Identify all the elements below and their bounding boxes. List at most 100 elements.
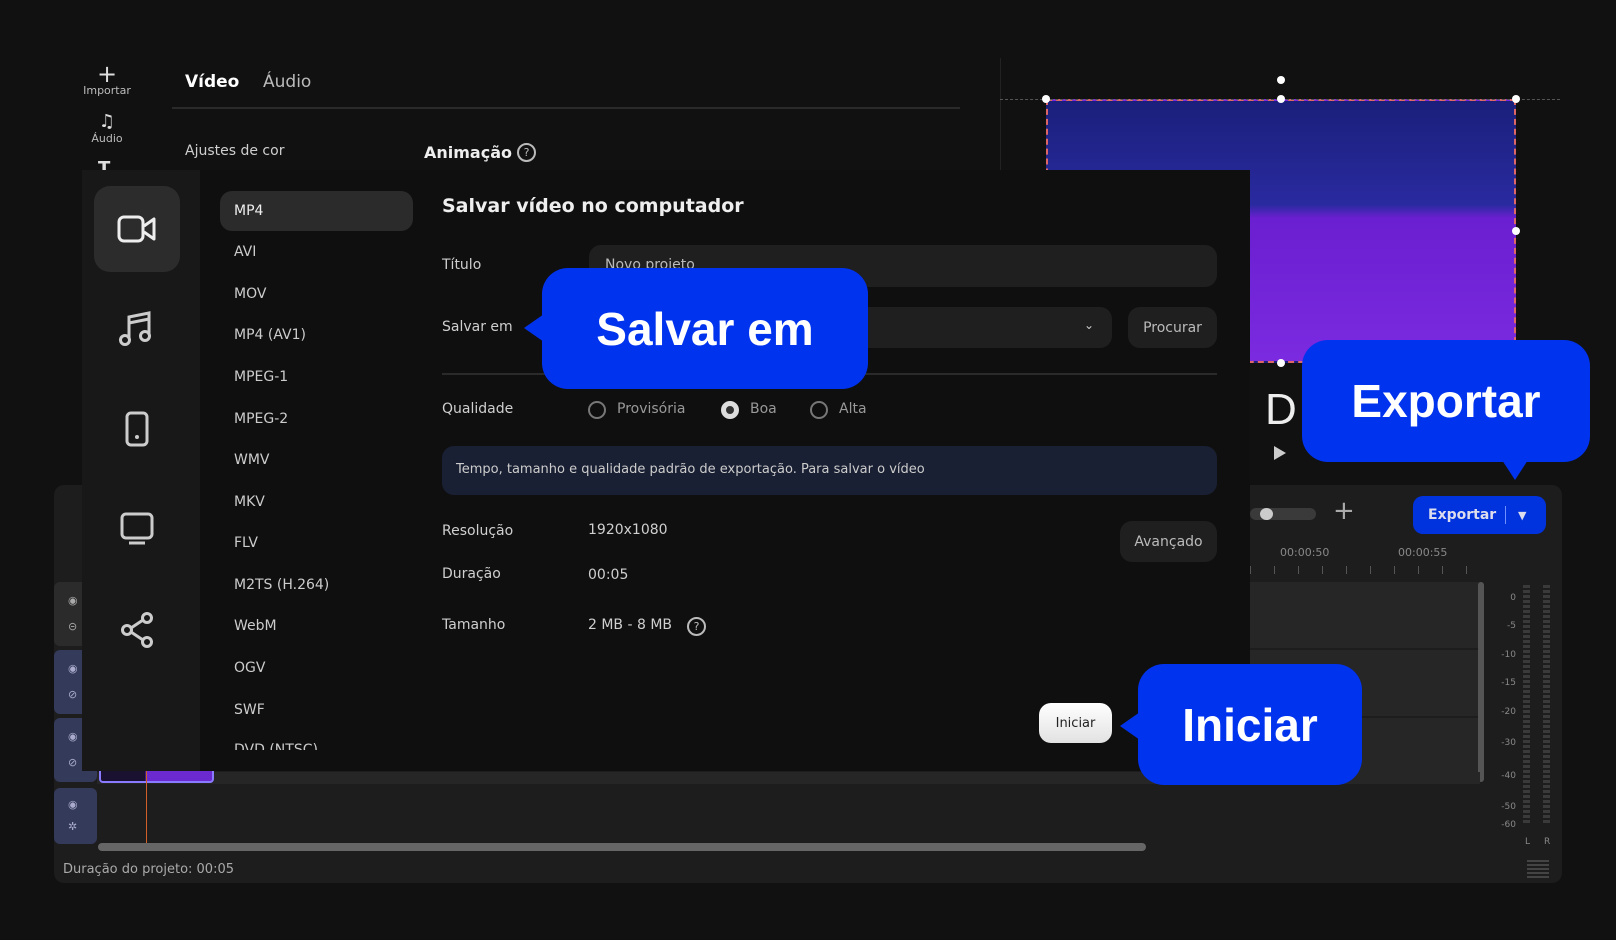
format-mp4[interactable]: MP4 — [220, 191, 413, 231]
resize-handle[interactable] — [1042, 95, 1050, 103]
color-adjust-label[interactable]: Ajustes de cor — [185, 143, 284, 159]
audio-label: Áudio — [91, 132, 123, 145]
start-button[interactable]: Iniciar — [1039, 703, 1112, 743]
tabs-divider — [172, 107, 960, 109]
quality-option-label[interactable]: Alta — [839, 401, 867, 417]
audio-button[interactable]: ♫ Áudio — [77, 112, 137, 146]
export-button[interactable]: Exportar ▼ — [1413, 496, 1546, 534]
quality-option-label[interactable]: Boa — [750, 401, 777, 417]
link-icon[interactable]: ⊝ — [68, 620, 77, 633]
info-text: Tempo, tamanho e qualidade padrão de exp… — [456, 462, 925, 477]
time-ruler — [1250, 566, 1472, 574]
eye-icon[interactable]: ◉ — [68, 730, 78, 743]
zoom-slider[interactable] — [1250, 508, 1316, 520]
time-mark: 00:00:50 — [1280, 546, 1330, 559]
preview-overlay-text: D — [1265, 385, 1297, 434]
video-camera-icon — [117, 215, 156, 243]
format-ogv[interactable]: OGV — [220, 648, 413, 688]
meter-settings-icon[interactable] — [1527, 860, 1549, 878]
quality-radio-boa[interactable] — [721, 401, 739, 419]
share-icon — [121, 612, 153, 648]
horizontal-scrollbar[interactable] — [98, 843, 1146, 851]
resize-handle[interactable] — [1277, 359, 1285, 367]
eye-icon[interactable]: ◉ — [68, 662, 78, 675]
channel-left: L — [1525, 837, 1531, 847]
track-header[interactable]: ◉ ✲ — [54, 788, 97, 844]
meter-label: -60 — [1501, 820, 1516, 830]
browse-button[interactable]: Procurar — [1128, 307, 1217, 348]
play-icon[interactable] — [1274, 446, 1286, 460]
tab-video[interactable]: Vídeo — [185, 72, 239, 92]
help-icon[interactable]: ? — [687, 617, 706, 636]
callout-pointer — [1120, 712, 1140, 740]
meter-label: -30 — [1501, 738, 1516, 748]
plus-icon: + — [96, 60, 118, 88]
vertical-scrollbar[interactable] — [1478, 582, 1484, 782]
chevron-down-icon[interactable]: ▼ — [1506, 509, 1526, 522]
format-swf[interactable]: SWF — [220, 690, 413, 730]
info-box: Tempo, tamanho e qualidade padrão de exp… — [442, 446, 1217, 495]
dialog-title: Salvar vídeo no computador — [442, 195, 744, 217]
unlink-icon[interactable]: ⊘ — [68, 688, 77, 701]
category-audio[interactable] — [94, 285, 180, 371]
callout-start: Iniciar — [1120, 664, 1362, 785]
format-avi[interactable]: AVI — [220, 232, 413, 272]
format-mp4-av1[interactable]: MP4 (AV1) — [220, 315, 413, 355]
format-m2ts[interactable]: M2TS (H.264) — [220, 565, 413, 605]
callout-export-text: Exportar — [1351, 375, 1541, 427]
format-mpeg1[interactable]: MPEG-1 — [220, 357, 413, 397]
format-webm[interactable]: WebM — [220, 606, 413, 646]
tab-audio[interactable]: Áudio — [263, 72, 311, 92]
quality-option-label[interactable]: Provisória — [617, 401, 685, 417]
unlink-icon[interactable]: ⊘ — [68, 756, 77, 769]
zoom-slider-thumb[interactable] — [1260, 508, 1273, 520]
duration-label: Duração — [442, 566, 501, 582]
resize-handle[interactable] — [1277, 95, 1285, 103]
meter-label: -5 — [1507, 621, 1516, 631]
format-mpeg2[interactable]: MPEG-2 — [220, 399, 413, 439]
category-tv[interactable] — [94, 486, 180, 572]
zoom-in-icon[interactable]: + — [1333, 498, 1355, 524]
resize-handle[interactable] — [1512, 95, 1520, 103]
advanced-button[interactable]: Avançado — [1120, 521, 1217, 562]
effects-icon[interactable]: ✲ — [68, 820, 77, 833]
animation-heading: Animação — [424, 143, 512, 162]
callout-save-in: Salvar em — [524, 268, 868, 389]
help-icon[interactable]: ? — [517, 143, 536, 162]
duration-value: 00:05 — [588, 567, 629, 583]
save-in-label: Salvar em — [442, 319, 513, 335]
quality-radio-provisoria[interactable] — [588, 401, 606, 419]
format-dvd-ntsc[interactable]: DVD (NTSC) — [220, 740, 413, 750]
export-button-label: Exportar — [1428, 507, 1497, 523]
callout-pointer — [524, 314, 544, 342]
music-icon — [119, 311, 151, 346]
category-video[interactable] — [94, 186, 180, 272]
resolution-value: 1920x1080 — [588, 522, 668, 538]
playhead[interactable] — [146, 770, 147, 844]
quality-radio-alta[interactable] — [810, 401, 828, 419]
format-flv[interactable]: FLV — [220, 523, 413, 563]
meter-label: -15 — [1501, 678, 1516, 688]
size-label: Tamanho — [442, 617, 506, 633]
time-mark: 00:00:55 — [1398, 546, 1448, 559]
import-label: Importar — [83, 84, 131, 97]
resize-handle[interactable] — [1512, 227, 1520, 235]
audio-meter-left — [1523, 585, 1530, 825]
meter-label: -10 — [1501, 650, 1516, 660]
rotate-handle[interactable] — [1277, 76, 1285, 84]
monitor-icon — [120, 512, 154, 545]
meter-label: -20 — [1501, 707, 1516, 717]
title-label: Título — [442, 257, 482, 273]
format-mov[interactable]: MOV — [220, 274, 413, 314]
project-duration: Duração do projeto: 00:05 — [63, 862, 234, 877]
format-wmv[interactable]: WMV — [220, 440, 413, 480]
track-row — [1250, 582, 1480, 648]
import-button[interactable]: + Importar — [77, 60, 137, 97]
chevron-down-icon: ⌄ — [1083, 318, 1094, 332]
eye-icon[interactable]: ◉ — [68, 798, 78, 811]
eye-icon[interactable]: ◉ — [68, 594, 78, 607]
meter-label: 0 — [1510, 593, 1516, 603]
format-mkv[interactable]: MKV — [220, 482, 413, 522]
category-share[interactable] — [94, 587, 180, 673]
category-device[interactable] — [94, 386, 180, 472]
